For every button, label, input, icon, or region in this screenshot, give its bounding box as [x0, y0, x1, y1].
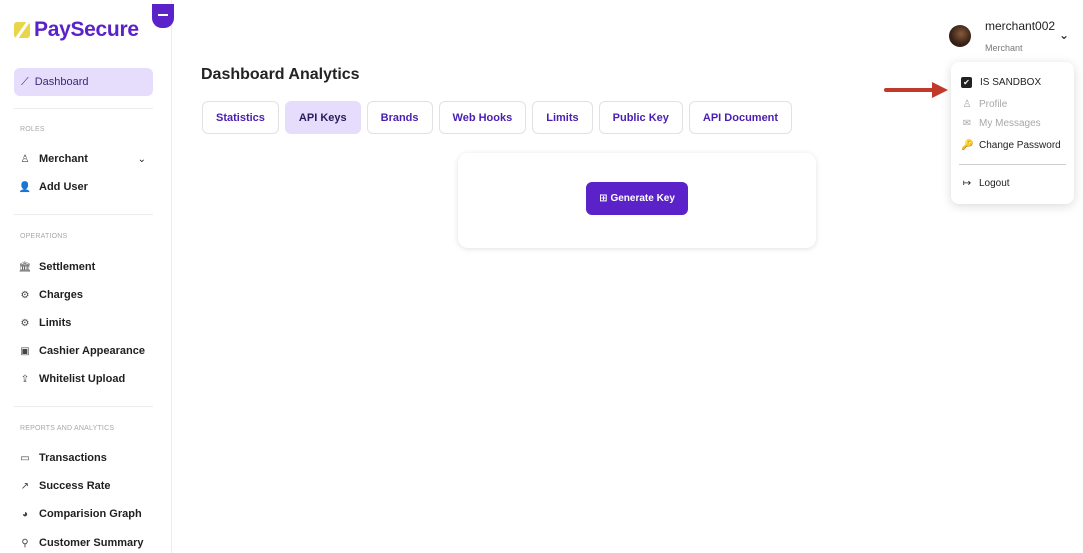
gear-badge-icon: ⚙	[20, 289, 30, 301]
sidebar: PaySecure ⟋ Dashboard ROLES ♙ Merchant ⌄…	[0, 0, 174, 553]
menu-item-label: Profile	[979, 98, 1008, 110]
annotation-arrow-icon	[884, 82, 948, 98]
user-icon: ♙	[20, 153, 30, 165]
menu-item-change-password[interactable]: 🔑 Change Password	[961, 137, 1061, 153]
sidebar-item-label: Cashier Appearance	[39, 345, 145, 357]
tab-web-hooks[interactable]: Web Hooks	[438, 101, 527, 134]
divider	[14, 214, 153, 215]
user-name: merchant002	[985, 19, 1056, 33]
sidebar-item-label: Add User	[39, 181, 88, 193]
sandbox-label: IS SANDBOX	[980, 76, 1042, 88]
tab-api-keys[interactable]: API Keys	[284, 101, 361, 134]
generate-key-button[interactable]: ⊞ Generate Key	[586, 182, 688, 215]
chevron-down-icon: ⌄	[1059, 28, 1070, 42]
bank-icon: 🏛	[18, 261, 32, 273]
key-icon: 🔑	[961, 139, 974, 151]
checkbox-checked-icon[interactable]: ✔	[961, 76, 972, 88]
sidebar-item-label: Transactions	[39, 452, 107, 464]
sidebar-item-label: Limits	[39, 317, 72, 329]
sidebar-item-cashier-appearance[interactable]: ▣ Cashier Appearance	[18, 342, 158, 360]
logo[interactable]: PaySecure	[14, 10, 154, 50]
sidebar-item-label: Dashboard	[34, 76, 89, 88]
tab-bar: Statistics API Keys Brands Web Hooks Lim…	[202, 101, 798, 135]
sidebar-item-limits[interactable]: ⚙ Limits	[18, 314, 158, 332]
trend-icon: ↗	[20, 480, 30, 492]
sidebar-item-label: Settlement	[39, 261, 96, 273]
sidebar-item-merchant[interactable]: ♙ Merchant ⌄	[18, 150, 158, 168]
sidebar-item-label: Whitelist Upload	[39, 373, 126, 385]
sidebar-item-dashboard[interactable]: ⟋ Dashboard	[14, 68, 153, 96]
menu-item-label: Change Password	[979, 139, 1061, 151]
pie-icon: ◕	[21, 508, 29, 520]
logo-mark-icon	[14, 22, 30, 38]
mail-icon: ✉	[962, 117, 972, 129]
sidebar-item-label: Success Rate	[39, 480, 111, 492]
sidebar-item-charges[interactable]: ⚙ Charges	[18, 286, 158, 304]
sidebar-item-label: Comparision Graph	[39, 508, 142, 520]
tab-public-key[interactable]: Public Key	[598, 101, 683, 134]
sidebar-item-settlement[interactable]: 🏛 Settlement	[18, 258, 158, 276]
page-title: Dashboard Analytics	[201, 66, 360, 83]
avatar	[949, 25, 971, 47]
sandbox-toggle[interactable]: ✔ IS SANDBOX	[961, 74, 1041, 90]
chevron-down-icon: ⌄	[137, 153, 146, 165]
sidebar-item-success-rate[interactable]: ↗ Success Rate	[18, 477, 158, 495]
add-user-icon: 👤	[18, 181, 32, 193]
tab-brands[interactable]: Brands	[366, 101, 433, 134]
menu-item-label: Logout	[979, 177, 1010, 189]
menu-item-my-messages[interactable]: ✉ My Messages	[961, 115, 1041, 131]
sidebar-item-comparision-graph[interactable]: ◕ Comparision Graph	[18, 505, 158, 523]
menu-item-logout[interactable]: ↦ Logout	[961, 175, 1010, 191]
api-keys-card: ⊞ Generate Key	[458, 153, 816, 248]
sidebar-item-label: Charges	[39, 289, 84, 301]
divider	[14, 108, 153, 109]
section-label-roles: ROLES	[20, 126, 45, 133]
brand-name: PaySecure	[34, 18, 139, 41]
sidebar-item-transactions[interactable]: ▭ Transactions	[18, 449, 158, 467]
sidebar-item-add-user[interactable]: 👤 Add User	[18, 178, 158, 196]
user-role: Merchant	[985, 43, 1023, 53]
logout-icon: ↦	[962, 177, 972, 189]
user-dropdown: ✔ IS SANDBOX ♙ Profile ✉ My Messages 🔑 C…	[951, 62, 1074, 204]
sidebar-item-label: Merchant	[39, 153, 88, 165]
sidebar-collapse-button[interactable]	[152, 4, 174, 28]
tab-statistics[interactable]: Statistics	[202, 101, 279, 134]
user-icon: ♙	[962, 98, 972, 110]
section-label-reports: REPORTS AND ANALYTICS	[20, 425, 115, 432]
card-icon: ▭	[20, 452, 30, 464]
sidebar-item-label: Customer Summary	[39, 537, 144, 549]
sidebar-item-whitelist-upload[interactable]: ⇪ Whitelist Upload	[18, 370, 158, 388]
search-icon: ⚲	[21, 537, 29, 549]
tab-limits[interactable]: Limits	[532, 101, 593, 134]
section-label-operations: OPERATIONS	[20, 233, 68, 240]
generate-key-label: Generate Key	[610, 193, 675, 204]
chart-line-icon: ⟋	[21, 75, 29, 88]
tab-api-document[interactable]: API Document	[688, 101, 793, 134]
menu-item-label: My Messages	[979, 117, 1041, 129]
plus-square-icon: ⊞	[599, 193, 608, 204]
cash-icon: ▣	[20, 345, 30, 357]
sidebar-item-customer-summary[interactable]: ⚲ Customer Summary	[18, 534, 158, 552]
user-menu-trigger[interactable]: merchant002 Merchant ⌄	[949, 16, 1079, 56]
gear-badge-icon: ⚙	[20, 317, 30, 329]
divider	[959, 164, 1066, 165]
divider	[14, 406, 153, 407]
upload-icon: ⇪	[20, 373, 30, 385]
menu-item-profile[interactable]: ♙ Profile	[961, 96, 1008, 112]
